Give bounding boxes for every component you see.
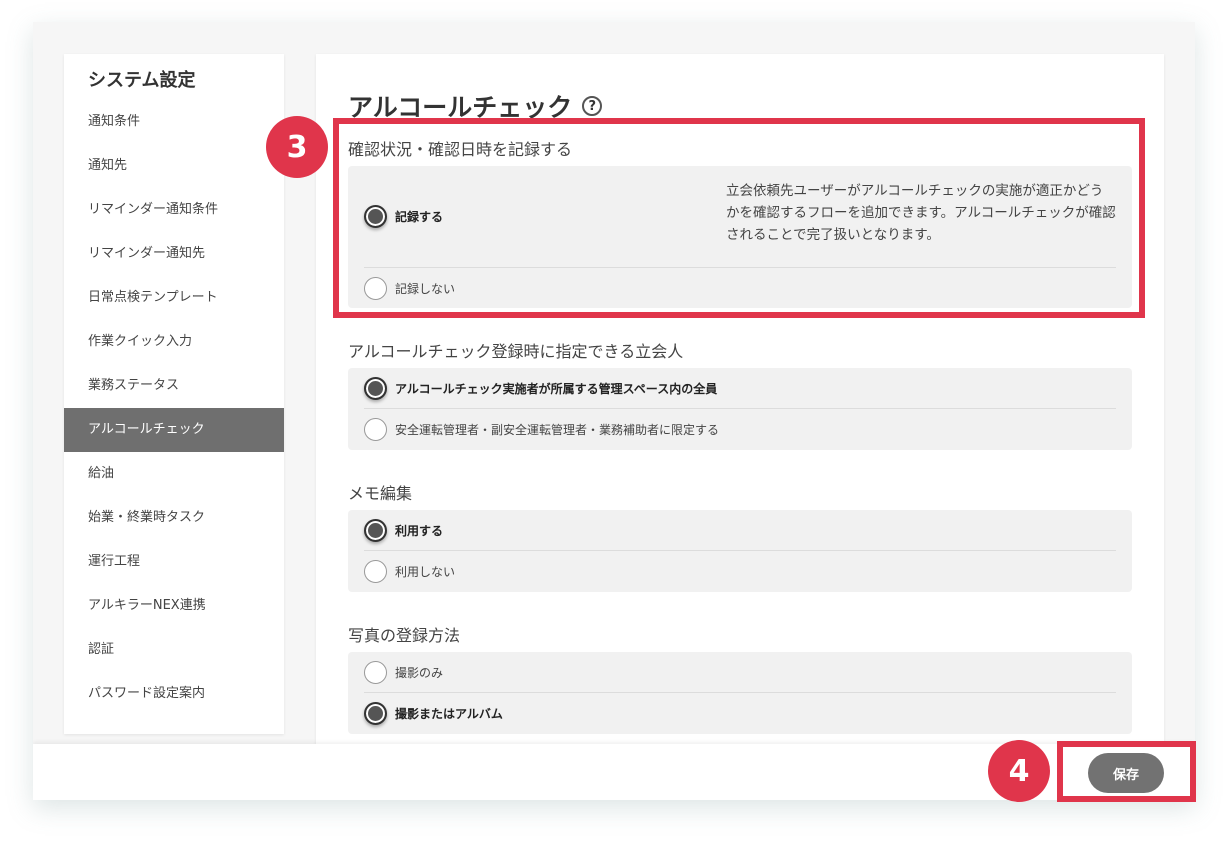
radio-button[interactable] [364,560,387,583]
option-group: 利用する 利用しない [348,510,1132,592]
help-icon[interactable]: ? [582,96,603,116]
sidebar-item[interactable]: 日常点検テンプレート [64,276,284,320]
radio-label: 撮影またはアルバム [395,707,503,721]
radio-option[interactable]: 撮影またはアルバム [364,693,1116,734]
sidebar-item[interactable]: パスワード設定案内 [64,672,284,716]
radio-label: 利用しない [395,565,456,579]
radio-button[interactable] [364,518,387,542]
sidebar-item[interactable]: 運行工程 [64,540,284,584]
sidebar-item[interactable]: リマインダー通知先 [64,232,284,276]
radio-label: 安全運転管理者・副安全運転管理者・業務補助者に限定する [395,423,720,437]
radio-button[interactable] [364,418,387,441]
radio-label: 撮影のみ [395,665,444,680]
radio-label: 利用する [395,523,444,538]
radio-button[interactable] [364,376,387,400]
radio-label: アルコールチェック実施者が所属する管理スペース内の全員 [395,381,718,396]
sidebar-item[interactable]: アルキラーNEX連携 [64,584,284,628]
option-group: アルコールチェック実施者が所属する管理スペース内の全員 安全運転管理者・副安全運転… [348,368,1132,450]
sidebar-item[interactable]: 通知先 [64,144,284,188]
section-title: 写真の登録方法 [348,626,461,645]
radio-option[interactable]: 安全運転管理者・副安全運転管理者・業務補助者に限定する [364,409,1116,450]
sidebar-item[interactable]: 給油 [64,452,284,496]
step-badge-4: 4 [988,740,1050,802]
highlight-box-4 [1057,741,1196,802]
section-title: アルコールチェック登録時に指定できる立会人 [348,342,684,361]
radio-option[interactable]: アルコールチェック実施者が所属する管理スペース内の全員 [364,368,1116,409]
step-badge-3: 3 [266,116,328,178]
highlight-box-3 [333,118,1145,318]
radio-button[interactable] [364,660,387,684]
radio-option[interactable]: 利用しない [364,551,1116,592]
sidebar-item[interactable]: 通知条件 [64,100,284,144]
sidebar-item[interactable]: 業務ステータス [64,364,284,408]
sidebar-item[interactable]: 作業クイック入力 [64,320,284,364]
sidebar-item[interactable]: 認証 [64,628,284,672]
radio-option[interactable]: 撮影のみ [364,652,1116,693]
sidebar: システム設定 通知条件 通知先 リマインダー通知条件 リマインダー通知先 日常点検テンプ… [64,54,284,734]
section-title: メモ編集 [348,484,413,503]
radio-option[interactable]: 利用する [364,510,1116,551]
option-group: 撮影のみ撮影またはアルバム [348,652,1132,734]
sidebar-item[interactable]: アルコールチェック [64,408,284,452]
sidebar-item[interactable]: 始業・終業時タスク [64,496,284,540]
sidebar-item[interactable]: リマインダー通知条件 [64,188,284,232]
sidebar-title: システム設定 [88,70,196,91]
radio-button[interactable] [364,702,387,725]
